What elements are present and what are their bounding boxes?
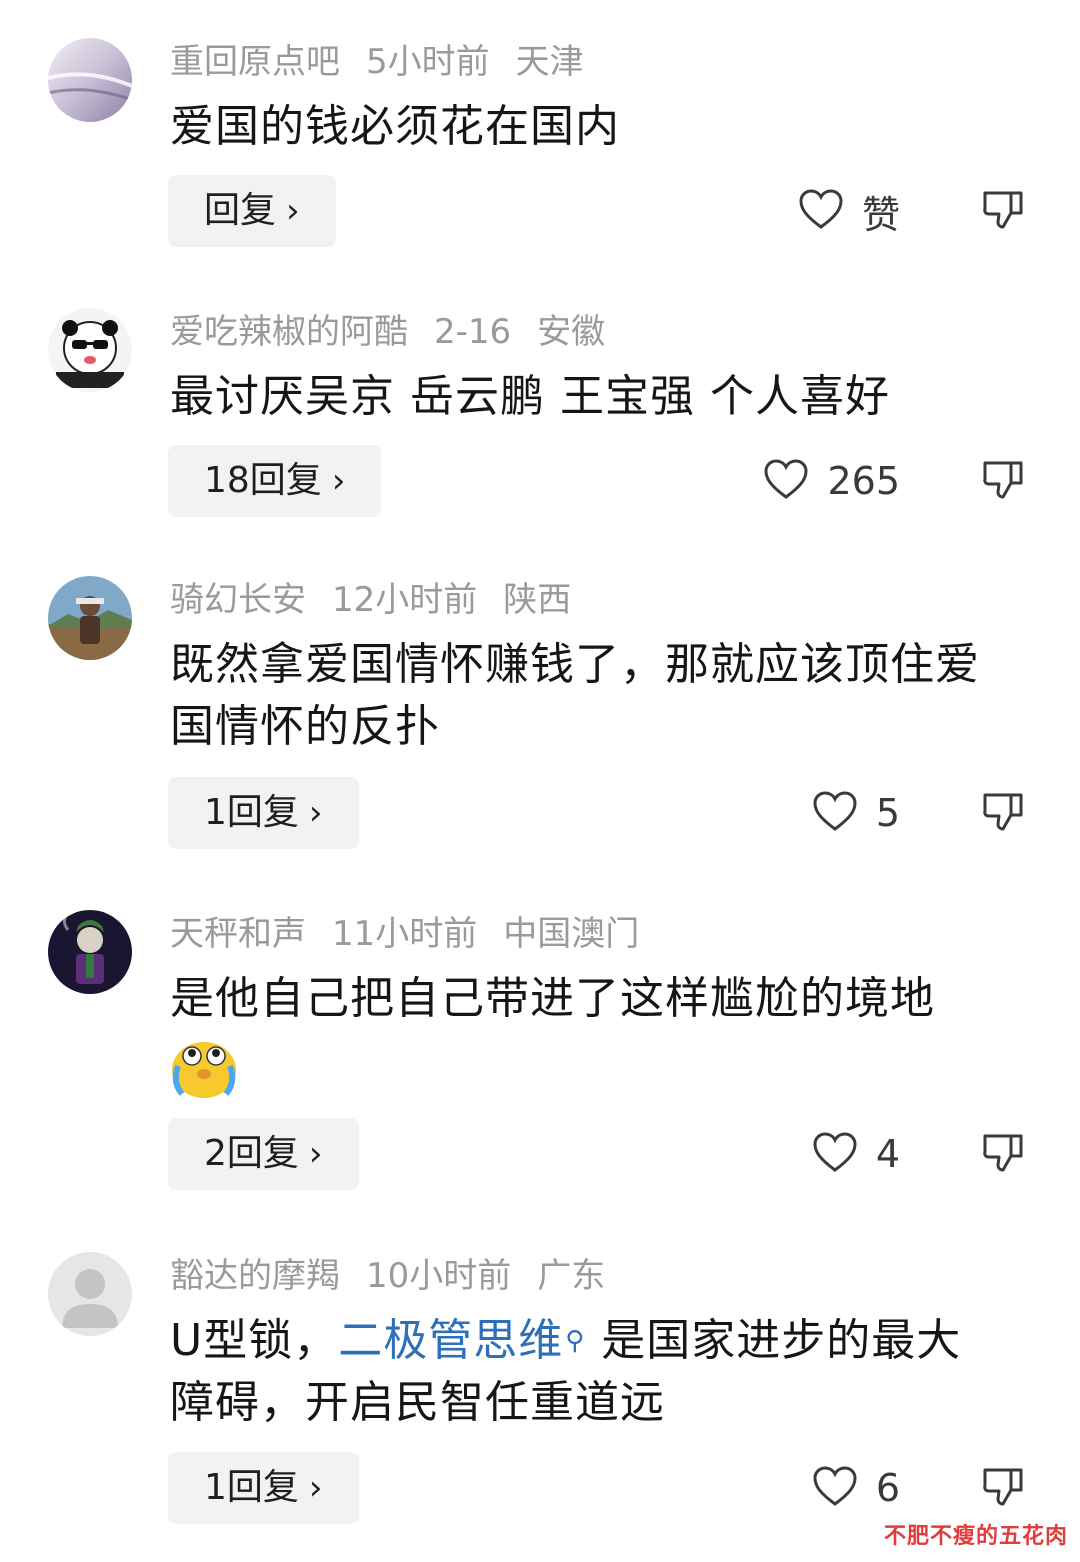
reply-label: 1回复 (204, 792, 299, 833)
comment-meta: 骑幻长安 12小时前 陕西 (170, 578, 597, 622)
reply-button[interactable]: 1回复 › (168, 777, 359, 849)
dislike-button[interactable] (978, 777, 1028, 849)
username[interactable]: 重回原点吧 (170, 42, 340, 82)
comment-text: U型锁，二极管思维⚲ 是国家进步的最大 障碍，开启民智任重道远 (170, 1310, 1050, 1434)
dislike-button[interactable] (978, 1452, 1028, 1524)
timestamp: 2-16 (434, 312, 512, 352)
comment-text-line: 爱国的钱必须花在国内 (170, 101, 620, 152)
heart-outline-icon (798, 188, 844, 234)
reply-label: 1回复 (204, 1467, 299, 1508)
like-count: 6 (875, 1466, 900, 1510)
chevron-right-icon: › (308, 1468, 323, 1508)
like-count: 265 (827, 459, 900, 503)
reply-label: 回复 (204, 190, 277, 231)
dislike-button[interactable] (978, 1118, 1028, 1190)
like-button[interactable]: 赞 (798, 175, 900, 247)
username[interactable]: 爱吃辣椒的阿酷 (170, 312, 408, 352)
comment-item: 天秤和声 11小时前 中国澳门 是他自己把自己带进了这样尴尬的境地 2回复 › 4 (0, 872, 1080, 1216)
username[interactable]: 豁达的摩羯 (170, 1256, 340, 1296)
like-count: 赞 (861, 192, 900, 237)
thumbs-down-outline-icon (981, 457, 1025, 505)
thumbs-down-outline-icon (981, 187, 1025, 235)
chevron-right-icon: › (331, 461, 346, 501)
timestamp: 12小时前 (332, 580, 478, 620)
comment-text-line: U型锁，二极管思维⚲ 是国家进步的最大 (170, 1310, 1050, 1372)
comment-item: 豁达的摩羯 10小时前 广东 U型锁，二极管思维⚲ 是国家进步的最大 障碍，开启民智任… (0, 1216, 1080, 1562)
search-icon[interactable]: ⚲ (565, 1310, 585, 1372)
timestamp: 10小时前 (366, 1256, 512, 1296)
like-button[interactable]: 265 (763, 445, 900, 517)
chevron-right-icon: › (308, 793, 323, 833)
reply-button[interactable]: 1回复 › (168, 1452, 359, 1524)
like-count: 4 (875, 1132, 900, 1176)
like-count: 5 (875, 791, 900, 835)
username[interactable]: 骑幻长安 (170, 580, 306, 620)
comment-text-line: 是他自己把自己带进了这样尴尬的境地 (170, 973, 935, 1024)
comment-item: 重回原点吧 5小时前 天津 爱国的钱必须花在国内 回复 › 赞 (0, 0, 1080, 270)
thumbs-down-outline-icon (981, 789, 1025, 837)
heart-outline-icon (763, 458, 809, 504)
chevron-right-icon: › (308, 1134, 323, 1174)
timestamp: 5小时前 (366, 42, 490, 82)
comment-item: 爱吃辣椒的阿酷 2-16 安徽 最讨厌吴京 岳云鹏 王宝强 个人喜好 18回复 › 2… (0, 270, 1080, 540)
dislike-button[interactable] (978, 445, 1028, 517)
location: 陕西 (503, 580, 572, 620)
comment-text: 是他自己把自己带进了这样尴尬的境地 (170, 968, 1050, 1117)
like-button[interactable]: 6 (812, 1452, 900, 1524)
avatar[interactable] (48, 308, 132, 392)
comment-meta: 爱吃辣椒的阿酷 2-16 安徽 (170, 310, 631, 354)
avatar[interactable] (48, 910, 132, 994)
comment-meta: 豁达的摩羯 10小时前 广东 (170, 1254, 631, 1298)
comment-text-prefix: U型锁， (170, 1315, 339, 1366)
comment-meta: 天秤和声 11小时前 中国澳门 (170, 912, 665, 956)
heart-outline-icon (812, 1131, 858, 1177)
reply-button[interactable]: 2回复 › (168, 1118, 359, 1190)
avatar[interactable] (48, 576, 132, 660)
location: 中国澳门 (503, 914, 640, 954)
timestamp: 11小时前 (332, 914, 478, 954)
heart-outline-icon (812, 790, 858, 836)
comment-text-line: 国情怀的反扑 (170, 701, 440, 752)
thumbs-down-outline-icon (981, 1130, 1025, 1178)
username[interactable]: 天秤和声 (170, 914, 306, 954)
reply-label: 18回复 (204, 460, 322, 501)
like-button[interactable]: 5 (812, 777, 900, 849)
topic-link[interactable]: 二极管思维 (338, 1315, 563, 1366)
location: 天津 (515, 42, 584, 82)
dislike-button[interactable] (978, 175, 1028, 247)
comment-item: 骑幻长安 12小时前 陕西 既然拿爱国情怀赚钱了，那就应该顶住爱 国情怀的反扑 1回… (0, 540, 1080, 872)
comment-text: 爱国的钱必须花在国内 (170, 96, 1050, 158)
location: 安徽 (537, 312, 606, 352)
comment-text-suffix: 是国家进步的最大 (601, 1315, 962, 1366)
comment-text: 既然拿爱国情怀赚钱了，那就应该顶住爱 国情怀的反扑 (170, 634, 1050, 758)
comment-text-line: 障碍，开启民智任重道远 (170, 1377, 665, 1428)
watermark: 不肥不瘦的五花肉 (883, 1524, 1068, 1549)
location: 广东 (537, 1256, 606, 1296)
heart-outline-icon (812, 1465, 858, 1511)
comment-text-line: 既然拿爱国情怀赚钱了，那就应该顶住爱 (170, 639, 980, 690)
comment-meta: 重回原点吧 5小时前 天津 (170, 40, 610, 84)
like-button[interactable]: 4 (812, 1118, 900, 1190)
reply-button[interactable]: 回复 › (168, 175, 336, 247)
comment-text: 最讨厌吴京 岳云鹏 王宝强 个人喜好 (170, 366, 1050, 428)
crying-emoji (170, 1038, 238, 1117)
comment-text-line: 最讨厌吴京 岳云鹏 王宝强 个人喜好 (170, 371, 890, 422)
reply-label: 2回复 (204, 1133, 299, 1174)
reply-button[interactable]: 18回复 › (168, 445, 382, 517)
chevron-right-icon: › (286, 191, 300, 231)
thumbs-down-outline-icon (981, 1464, 1025, 1512)
avatar[interactable] (48, 1252, 132, 1336)
avatar[interactable] (48, 38, 132, 122)
